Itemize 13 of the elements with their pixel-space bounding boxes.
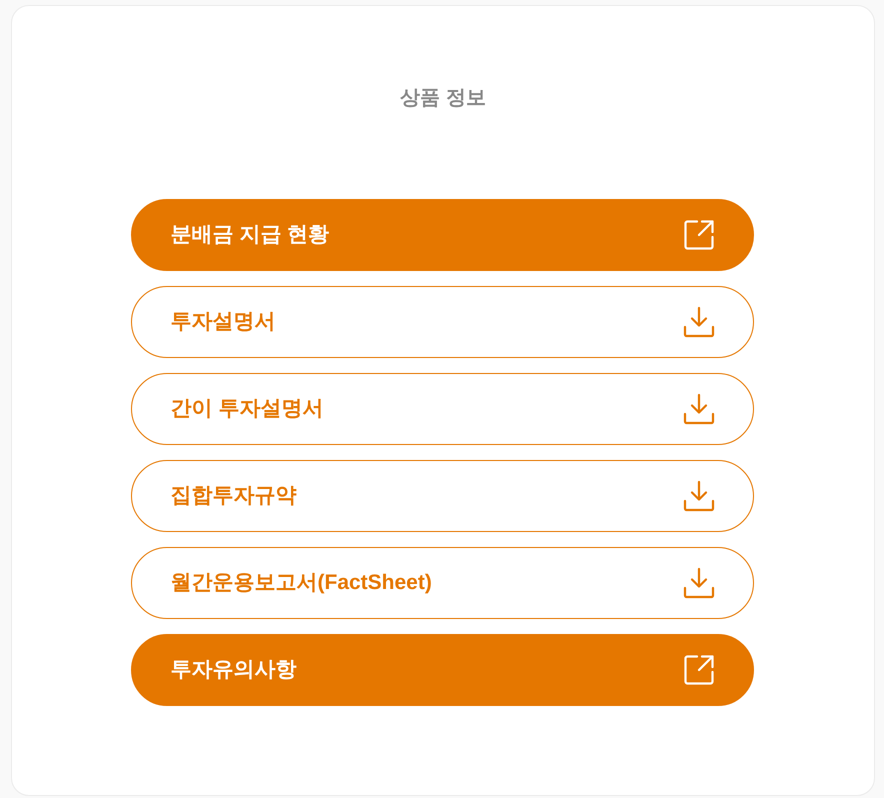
download-icon [682, 393, 714, 425]
link-button[interactable]: 분배금 지급 현황 [130, 199, 754, 271]
external-link-icon [682, 654, 714, 686]
download-button[interactable]: 집합투자규약 [130, 460, 754, 532]
download-icon [682, 480, 714, 512]
section-title: 상품 정보 [400, 86, 486, 111]
download-icon [682, 306, 714, 338]
download-icon [682, 567, 714, 599]
download-button[interactable]: 간이 투자설명서 [130, 373, 754, 445]
external-link-icon [682, 219, 714, 251]
link-button[interactable]: 투자유의사항 [130, 634, 754, 706]
download-button[interactable]: 월간운용보고서(FactSheet) [130, 547, 754, 619]
download-button[interactable]: 투자설명서 [130, 286, 754, 358]
